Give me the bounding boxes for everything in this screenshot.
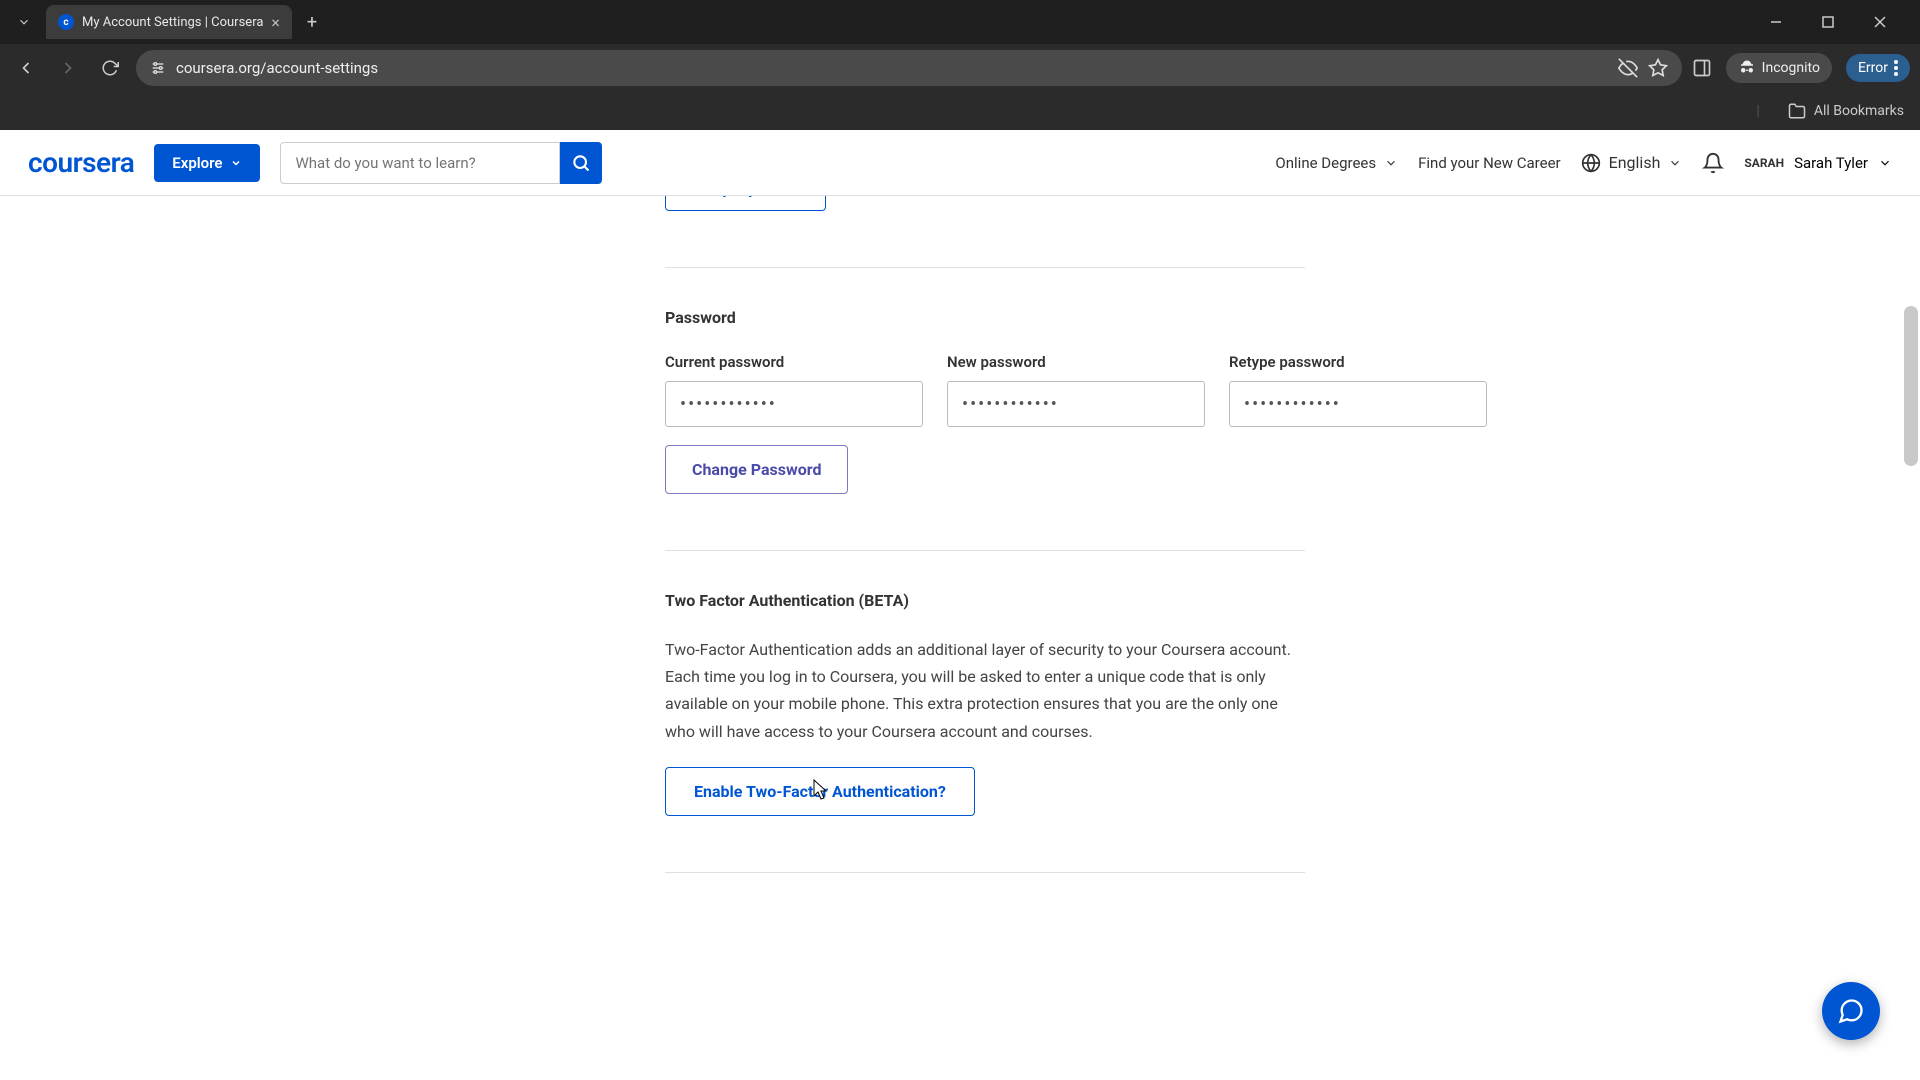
chevron-down-icon (230, 157, 242, 169)
new-password-label: New password (947, 353, 1205, 371)
folder-icon (1788, 102, 1806, 120)
explore-button[interactable]: Explore (154, 144, 260, 182)
page-content: Verify My Name Password Current password… (0, 196, 1920, 1080)
enable-tfa-button[interactable]: Enable Two-Factor Authentication? (665, 767, 975, 816)
bookmark-star-icon[interactable] (1648, 58, 1668, 78)
user-menu[interactable]: SARAH Sarah Tyler (1744, 154, 1892, 172)
retype-password-field: Retype password (1229, 353, 1487, 427)
retype-password-label: Retype password (1229, 353, 1487, 371)
settings-panel: Verify My Name Password Current password… (445, 196, 1475, 973)
tab-title: My Account Settings | Coursera (82, 15, 263, 30)
divider (665, 872, 1305, 873)
avatar: SARAH (1744, 156, 1784, 170)
search-form (280, 142, 602, 184)
tab-search-dropdown[interactable] (8, 6, 40, 38)
reload-button[interactable] (94, 52, 126, 84)
retype-password-input[interactable] (1229, 381, 1487, 427)
globe-icon (1581, 153, 1601, 173)
site-header: coursera Explore Online Degrees Find you… (0, 130, 1920, 196)
minimize-icon[interactable] (1756, 7, 1796, 37)
search-icon (571, 153, 591, 173)
maximize-icon[interactable] (1808, 7, 1848, 37)
tfa-section-title: Two Factor Authentication (BETA) (665, 591, 1305, 610)
verify-name-button[interactable]: Verify My Name (665, 196, 826, 211)
back-button[interactable] (10, 52, 42, 84)
side-panel-icon[interactable] (1692, 58, 1712, 78)
tfa-description: Two-Factor Authentication adds an additi… (665, 636, 1305, 745)
online-degrees-link[interactable]: Online Degrees (1275, 154, 1398, 172)
all-bookmarks-link[interactable]: All Bookmarks (1814, 103, 1904, 119)
url-input[interactable]: coursera.org/account-settings (136, 50, 1682, 86)
error-indicator[interactable]: Error (1846, 54, 1910, 82)
new-password-input[interactable] (947, 381, 1205, 427)
site-settings-icon[interactable] (150, 60, 166, 76)
user-name: Sarah Tyler (1794, 154, 1868, 172)
password-fields-row: Current password New password Retype pas… (665, 353, 1305, 427)
error-label: Error (1858, 60, 1888, 76)
search-button[interactable] (560, 142, 602, 184)
coursera-favicon-icon: c (58, 14, 74, 30)
find-career-link[interactable]: Find your New Career (1418, 154, 1561, 172)
eye-off-icon[interactable] (1618, 58, 1638, 78)
change-password-button[interactable]: Change Password (665, 445, 848, 494)
window-close-icon[interactable] (1860, 7, 1900, 37)
chevron-down-icon (1384, 156, 1398, 170)
new-tab-button[interactable]: + (298, 8, 326, 36)
address-bar: coursera.org/account-settings Incognito … (0, 44, 1920, 92)
language-label: English (1609, 153, 1661, 172)
new-password-field: New password (947, 353, 1205, 427)
browser-chrome: c My Account Settings | Coursera × + cou… (0, 0, 1920, 130)
language-selector[interactable]: English (1581, 153, 1683, 173)
menu-dots-icon (1894, 60, 1898, 76)
password-section-title: Password (665, 308, 1305, 327)
scrollbar-thumb[interactable] (1904, 306, 1918, 466)
current-password-label: Current password (665, 353, 923, 371)
chevron-down-icon (1668, 156, 1682, 170)
close-icon[interactable]: × (271, 13, 280, 32)
chat-icon (1837, 997, 1865, 1025)
forward-button[interactable] (52, 52, 84, 84)
incognito-indicator[interactable]: Incognito (1726, 53, 1832, 83)
window-controls (1756, 7, 1912, 37)
current-password-field: Current password (665, 353, 923, 427)
url-text: coursera.org/account-settings (176, 59, 1608, 77)
bell-icon (1702, 152, 1724, 174)
coursera-logo[interactable]: coursera (28, 146, 134, 179)
chevron-down-icon (1878, 156, 1892, 170)
chat-button[interactable] (1822, 982, 1880, 1040)
divider (665, 550, 1305, 551)
current-password-input[interactable] (665, 381, 923, 427)
toolbar-icons: Incognito Error (1692, 53, 1910, 83)
divider (665, 267, 1305, 268)
search-input[interactable] (280, 142, 560, 184)
notifications-button[interactable] (1702, 152, 1724, 174)
browser-tab[interactable]: c My Account Settings | Coursera × (46, 5, 292, 39)
bookmarks-bar: | All Bookmarks (0, 92, 1920, 130)
tab-bar: c My Account Settings | Coursera × + (0, 0, 1920, 44)
incognito-label: Incognito (1762, 60, 1820, 76)
explore-label: Explore (172, 154, 222, 172)
incognito-icon (1738, 59, 1756, 77)
